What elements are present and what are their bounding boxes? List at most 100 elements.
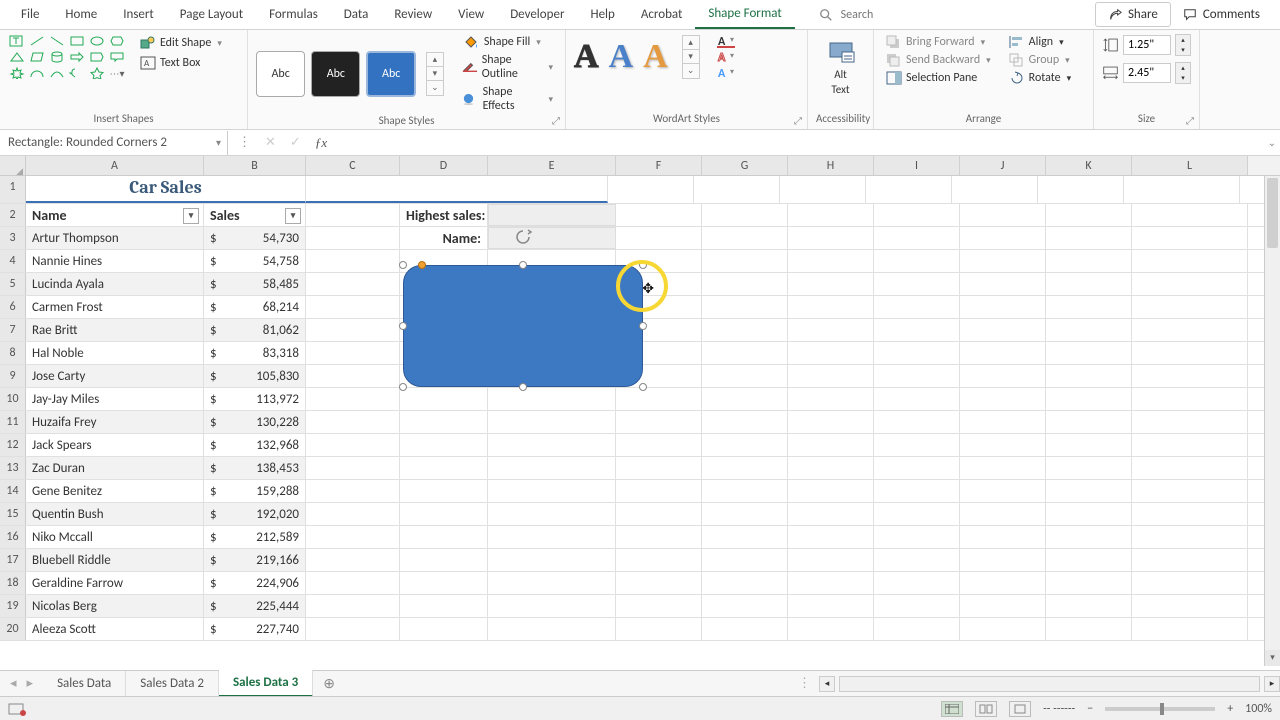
row-10[interactable]: 10 [0,388,26,410]
col-H[interactable]: H [788,156,874,175]
name-value[interactable] [488,227,616,249]
table-cell-sales[interactable]: $105,830 [204,365,306,387]
size-launcher[interactable]: ⤢ [1184,114,1196,126]
selection-pane-button[interactable]: Selection Pane [882,70,995,86]
table-cell-name[interactable]: Bluebell Riddle [26,549,204,571]
comments-button[interactable]: Comments [1171,3,1272,26]
name-header[interactable]: Name [26,204,204,226]
table-cell-sales[interactable]: $212,589 [204,526,306,548]
tab-formulas[interactable]: Formulas [256,1,331,28]
table-cell-name[interactable]: Hal Noble [26,342,204,364]
col-E[interactable]: E [488,156,616,175]
table-cell-name[interactable]: Nannie Hines [26,250,204,272]
text-outline-button[interactable]: A▾ [716,50,736,64]
table-cell-sales[interactable]: $58,485 [204,273,306,295]
name-label[interactable]: Name: [400,227,488,249]
text-effects-button[interactable]: A▾ [716,66,736,80]
tab-data[interactable]: Data [331,1,382,28]
wordart-gallery-scroll[interactable]: ▴▾⌄ [682,35,700,79]
tab-acrobat[interactable]: Acrobat [628,1,696,28]
height-input[interactable] [1123,35,1171,55]
highest-sales-value[interactable] [488,204,616,226]
tab-shape-format[interactable]: Shape Format [695,0,794,29]
table-cell-sales[interactable]: $159,288 [204,480,306,502]
table-cell-sales[interactable]: $83,318 [204,342,306,364]
vscroll-down[interactable]: ▾ [1265,650,1280,666]
table-cell-sales[interactable]: $225,444 [204,595,306,617]
table-cell-sales[interactable]: $130,228 [204,411,306,433]
col-I[interactable]: I [874,156,960,175]
shape-rect-icon[interactable] [68,34,86,48]
table-cell-name[interactable]: Quentin Bush [26,503,204,525]
table-cell-sales[interactable]: $113,972 [204,388,306,410]
tab-file[interactable]: File [8,1,52,28]
resize-handle-t[interactable] [519,261,527,269]
shape-line-icon[interactable] [28,34,46,48]
shape-hex-icon[interactable] [108,34,126,48]
vertical-scrollbar[interactable]: ▾ [1264,176,1280,666]
zoom-slider[interactable] [1105,707,1215,711]
row-12[interactable]: 12 [0,434,26,456]
shape-para-icon[interactable] [28,50,46,64]
tab-page-layout[interactable]: Page Layout [167,1,256,28]
sheet-tab-3[interactable]: Sales Data 3 [219,670,313,697]
table-cell-name[interactable]: Jack Spears [26,434,204,456]
text-box-button[interactable]: A Text Box [136,54,226,72]
wordart-preset-1[interactable]: A [574,38,599,76]
cancel-formula-button[interactable]: ✕ [265,135,276,150]
view-normal-button[interactable] [941,701,963,717]
share-button[interactable]: Share [1095,2,1171,27]
table-cell-name[interactable]: Aleeza Scott [26,618,204,640]
row-4[interactable]: 4 [0,250,26,272]
table-cell-sales[interactable]: $219,166 [204,549,306,571]
resize-handle-br[interactable] [639,383,647,391]
record-macro-icon[interactable] [8,702,28,716]
table-cell-name[interactable]: Jose Carty [26,365,204,387]
table-cell-sales[interactable]: $227,740 [204,618,306,640]
row-16[interactable]: 16 [0,526,26,548]
zoom-out-button[interactable]: − [1087,702,1093,716]
style-preset-1[interactable]: Abc [256,51,305,97]
table-cell-name[interactable]: Rae Britt [26,319,204,341]
zoom-in-button[interactable]: + [1227,702,1233,716]
shape-textbox-icon[interactable] [8,34,26,48]
width-input[interactable] [1123,63,1171,83]
shape-oval-icon[interactable] [88,34,106,48]
group-button[interactable]: Group▾ [1005,52,1076,68]
hscroll-left[interactable]: ◂ [819,676,835,692]
table-cell-sales[interactable]: $81,062 [204,319,306,341]
wordart-launcher[interactable]: ⤢ [792,114,804,126]
fx-button[interactable]: ƒx [315,135,327,151]
adjustment-handle[interactable] [418,261,426,269]
row-8[interactable]: 8 [0,342,26,364]
table-cell-name[interactable]: Carmen Frost [26,296,204,318]
row-9[interactable]: 9 [0,365,26,387]
row-2[interactable]: 2 [0,204,26,226]
col-B[interactable]: B [204,156,306,175]
width-spinner[interactable]: ▴▾ [1175,62,1191,84]
resize-handle-b[interactable] [519,383,527,391]
horizontal-scrollbar[interactable] [839,676,1260,692]
tab-review[interactable]: Review [381,1,445,28]
row-1[interactable]: 1 [0,176,26,203]
table-cell-name[interactable]: Nicolas Berg [26,595,204,617]
table-cell-sales[interactable]: $68,214 [204,296,306,318]
shape-star-icon[interactable] [88,66,106,80]
zoom-level[interactable]: 100% [1245,702,1272,716]
enter-formula-button[interactable]: ✓ [290,135,301,150]
view-page-break-button[interactable] [1009,701,1031,717]
formula-input[interactable] [337,132,1264,154]
shape-more-icon[interactable]: ⋯▾ [108,66,126,80]
table-cell-sales[interactable]: $192,020 [204,503,306,525]
table-cell-name[interactable]: Zac Duran [26,457,204,479]
tab-developer[interactable]: Developer [497,1,577,28]
shape-tri-icon[interactable] [8,50,26,64]
shape-arrow-icon[interactable] [68,50,86,64]
col-D[interactable]: D [400,156,488,175]
table-cell-name[interactable]: Gene Benitez [26,480,204,502]
table-cell-sales[interactable]: $132,968 [204,434,306,456]
wordart-preset-2[interactable]: A [609,38,634,76]
title-cell[interactable]: Car Sales [26,176,306,203]
shape-pent-icon[interactable] [88,50,106,64]
view-page-layout-button[interactable] [975,701,997,717]
